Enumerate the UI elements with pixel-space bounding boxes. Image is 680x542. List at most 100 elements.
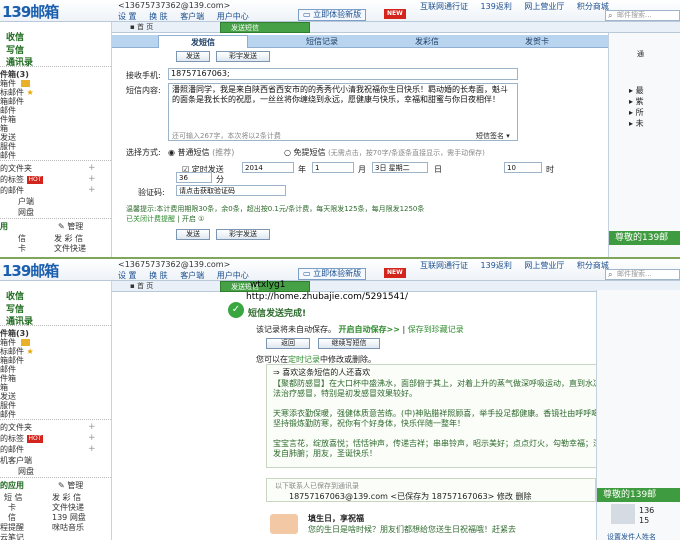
settings-link-2[interactable]: 设 置 [118, 271, 137, 280]
month-select[interactable]: 1 [312, 162, 354, 173]
color-send-button-bottom[interactable]: 彩宇发送 [216, 229, 270, 240]
tab-sms-records[interactable]: 短信记录 [282, 35, 362, 48]
online-hall-link[interactable]: 网上营业厅 [524, 2, 564, 11]
timed-records-link[interactable]: 定时记录 [288, 355, 320, 364]
right-item[interactable]: ▸ 未 [629, 118, 644, 129]
year-unit: 年 [298, 165, 306, 174]
try-new-version-button-2[interactable]: ▭ 立即体验新版 [298, 268, 367, 280]
continue-writing-button[interactable]: 继续写短信 [318, 338, 380, 349]
add-tag-icon[interactable]: + [88, 174, 96, 184]
user-center-link[interactable]: 用户中心 [217, 12, 249, 21]
user-center-link-2[interactable]: 用户中心 [217, 271, 249, 280]
verify-label: 验证码: [138, 188, 165, 197]
manage-link[interactable]: ✎ 管理 [58, 221, 83, 232]
my-folders[interactable]: 的文件夹 [0, 163, 32, 174]
enable-auto-save-link[interactable]: 开启自动保存>> [339, 325, 400, 334]
sms-compose-panel: 139邮箱 <13675737362@139.com> 设 置 换 肤 客户端 … [0, 0, 680, 257]
add-folder-icon[interactable]: + [88, 422, 96, 432]
tab-send-mms[interactable]: 发彩信 [392, 35, 462, 48]
top-bar-2: 139邮箱 <13675737362@139.com> 设 置 换 肤 客户端 … [0, 259, 680, 281]
help-icon[interactable]: ① [198, 215, 204, 223]
right-item[interactable]: ▸ 所 [629, 107, 644, 118]
billing-reminder-link[interactable]: 已关闭计费提醒 [126, 215, 175, 223]
search-input-2[interactable]: ⌕ 邮件搜索... [605, 269, 680, 280]
new-badge: NEW [384, 9, 406, 19]
tab-send-sms[interactable]: 发送短信 [220, 22, 310, 33]
send-button-bottom[interactable]: 发送 [176, 229, 210, 240]
gear-icon: ✎ [58, 481, 65, 490]
home-icon: ▪ [130, 23, 135, 31]
free-sms-radio[interactable]: ○ 免提短信 (无需点击，按70字/条逐条直接显示，需手动保存) [284, 147, 485, 158]
birthday-text[interactable]: 您的生日是啥时候？朋友们都想给您送生日祝福哦！赶紧去 [308, 524, 516, 535]
inbox-button-2[interactable]: 收信 [6, 289, 24, 302]
main-content: 发送 彩宇发送 发短信 短信记录 发彩信 发贺卡 接收手机: 187571670… [112, 33, 680, 257]
signature-select[interactable]: 短信签名 ▾ [476, 131, 510, 141]
recipient-input[interactable]: 18757167063; [168, 68, 518, 80]
tab-bar-2: ▪ 首 页 发送短信 [112, 281, 680, 292]
passport-link[interactable]: 互联网通行证 [420, 2, 468, 11]
search-icon: ⌕ [608, 11, 613, 20]
settings-link[interactable]: 设 置 [118, 12, 137, 21]
saved-contacts-box: 以下联系人已保存到通讯录 18757167063@139.com <已保存为 1… [266, 478, 596, 502]
gear-icon: ✎ [58, 222, 65, 231]
rebate-link-2[interactable]: 139返利 [481, 261, 512, 270]
year-select[interactable]: 2014 [242, 162, 294, 173]
app-card[interactable]: 卡 [18, 243, 26, 254]
my-tags-2[interactable]: 的标签 HOT [0, 433, 44, 444]
search-input[interactable]: ⌕ 邮件搜索... [605, 10, 680, 21]
billing-links: 已关闭计费提醒 | 开启 ① [126, 215, 205, 223]
right-item[interactable]: ▸ 紫 [629, 96, 644, 107]
netdisk-app[interactable]: 网盘 [18, 207, 34, 218]
enable-link[interactable]: 开启 [182, 215, 196, 223]
set-sender-name-link[interactable]: 设置发件人姓名 [607, 532, 656, 542]
online-hall-link-2[interactable]: 网上营业厅 [524, 261, 564, 270]
day-select[interactable]: 3日 星期二 [372, 162, 428, 173]
right-item[interactable]: ▸ 最 [629, 85, 644, 96]
birthday-cake-icon [270, 514, 298, 534]
success-check-icon: ✓ [228, 302, 244, 318]
tab-home[interactable]: ▪ 首 页 [120, 22, 220, 33]
add-tag-icon[interactable]: + [88, 433, 96, 443]
app-migu-music[interactable]: 咪咕音乐 [52, 522, 84, 533]
skin-link[interactable]: 换 肤 [149, 12, 168, 21]
sms-subtabs: 发短信 短信记录 发彩信 发贺卡 [112, 35, 608, 48]
tab-send-card[interactable]: 发贺卡 [502, 35, 572, 48]
try-new-version-button[interactable]: ▭ 立即体验新版 [298, 9, 367, 21]
mobile-client-app[interactable]: 机客户端 [0, 455, 32, 466]
my-tags[interactable]: 的标签 HOT [0, 174, 44, 185]
right-links-2: 互联网通行证 139返利 网上营业厅 积分商城 [420, 260, 619, 271]
my-mail[interactable]: 的邮件 [0, 185, 24, 196]
top-bar: 139邮箱 <13675737362@139.com> 设 置 换 肤 客户端 … [0, 0, 680, 22]
app-cloud-note[interactable]: 云笔记 [0, 532, 24, 540]
tab-send-sms-sub[interactable]: 发短信 [158, 35, 248, 48]
rebate-link[interactable]: 139返利 [481, 2, 512, 11]
tab-home-2[interactable]: ▪ 首 页 [120, 281, 220, 292]
add-icon[interactable]: + [88, 185, 96, 195]
save-collection-link[interactable]: 保存到珍藏记录 [408, 325, 464, 334]
client-app[interactable]: 户端 [18, 196, 34, 207]
verify-code-input[interactable]: 请点击获取验证码 [176, 185, 286, 196]
minute-select[interactable]: 36 [176, 172, 212, 183]
app-file-transfer[interactable]: 文件快递 [54, 243, 86, 254]
send-button[interactable]: 发送 [176, 51, 210, 62]
hot-badge-2: HOT [26, 434, 44, 443]
color-send-button[interactable]: 彩宇发送 [216, 51, 270, 62]
add-icon[interactable]: + [88, 444, 96, 454]
my-folders-2[interactable]: 的文件夹 [0, 422, 32, 433]
phone-number-suffix: 15 [639, 516, 650, 525]
back-button[interactable]: 返回 [266, 338, 310, 349]
logo: 139邮箱 [2, 3, 59, 21]
my-mail-2[interactable]: 的邮件 [0, 444, 24, 455]
skin-link-2[interactable]: 换 肤 [149, 271, 168, 280]
client-link[interactable]: 客户端 [180, 12, 204, 21]
saved-contact-line: 18757167063@139.com <已保存为 18757167063> 修… [289, 492, 532, 501]
passport-link-2[interactable]: 互联网通行证 [420, 261, 468, 270]
add-folder-icon[interactable]: + [88, 163, 96, 173]
client-link-2[interactable]: 客户端 [180, 271, 204, 280]
netdisk-app-2[interactable]: 网盘 [18, 466, 34, 477]
hour-select[interactable]: 10 [504, 162, 542, 173]
normal-sms-radio[interactable]: ◉ 普通短信 (推荐) [168, 147, 234, 158]
manage-link-2[interactable]: ✎ 管理 [58, 480, 83, 491]
inbox-button[interactable]: 收信 [6, 30, 24, 43]
watermark-url: http://home.zhubajie.com/5291541/ [246, 292, 409, 302]
